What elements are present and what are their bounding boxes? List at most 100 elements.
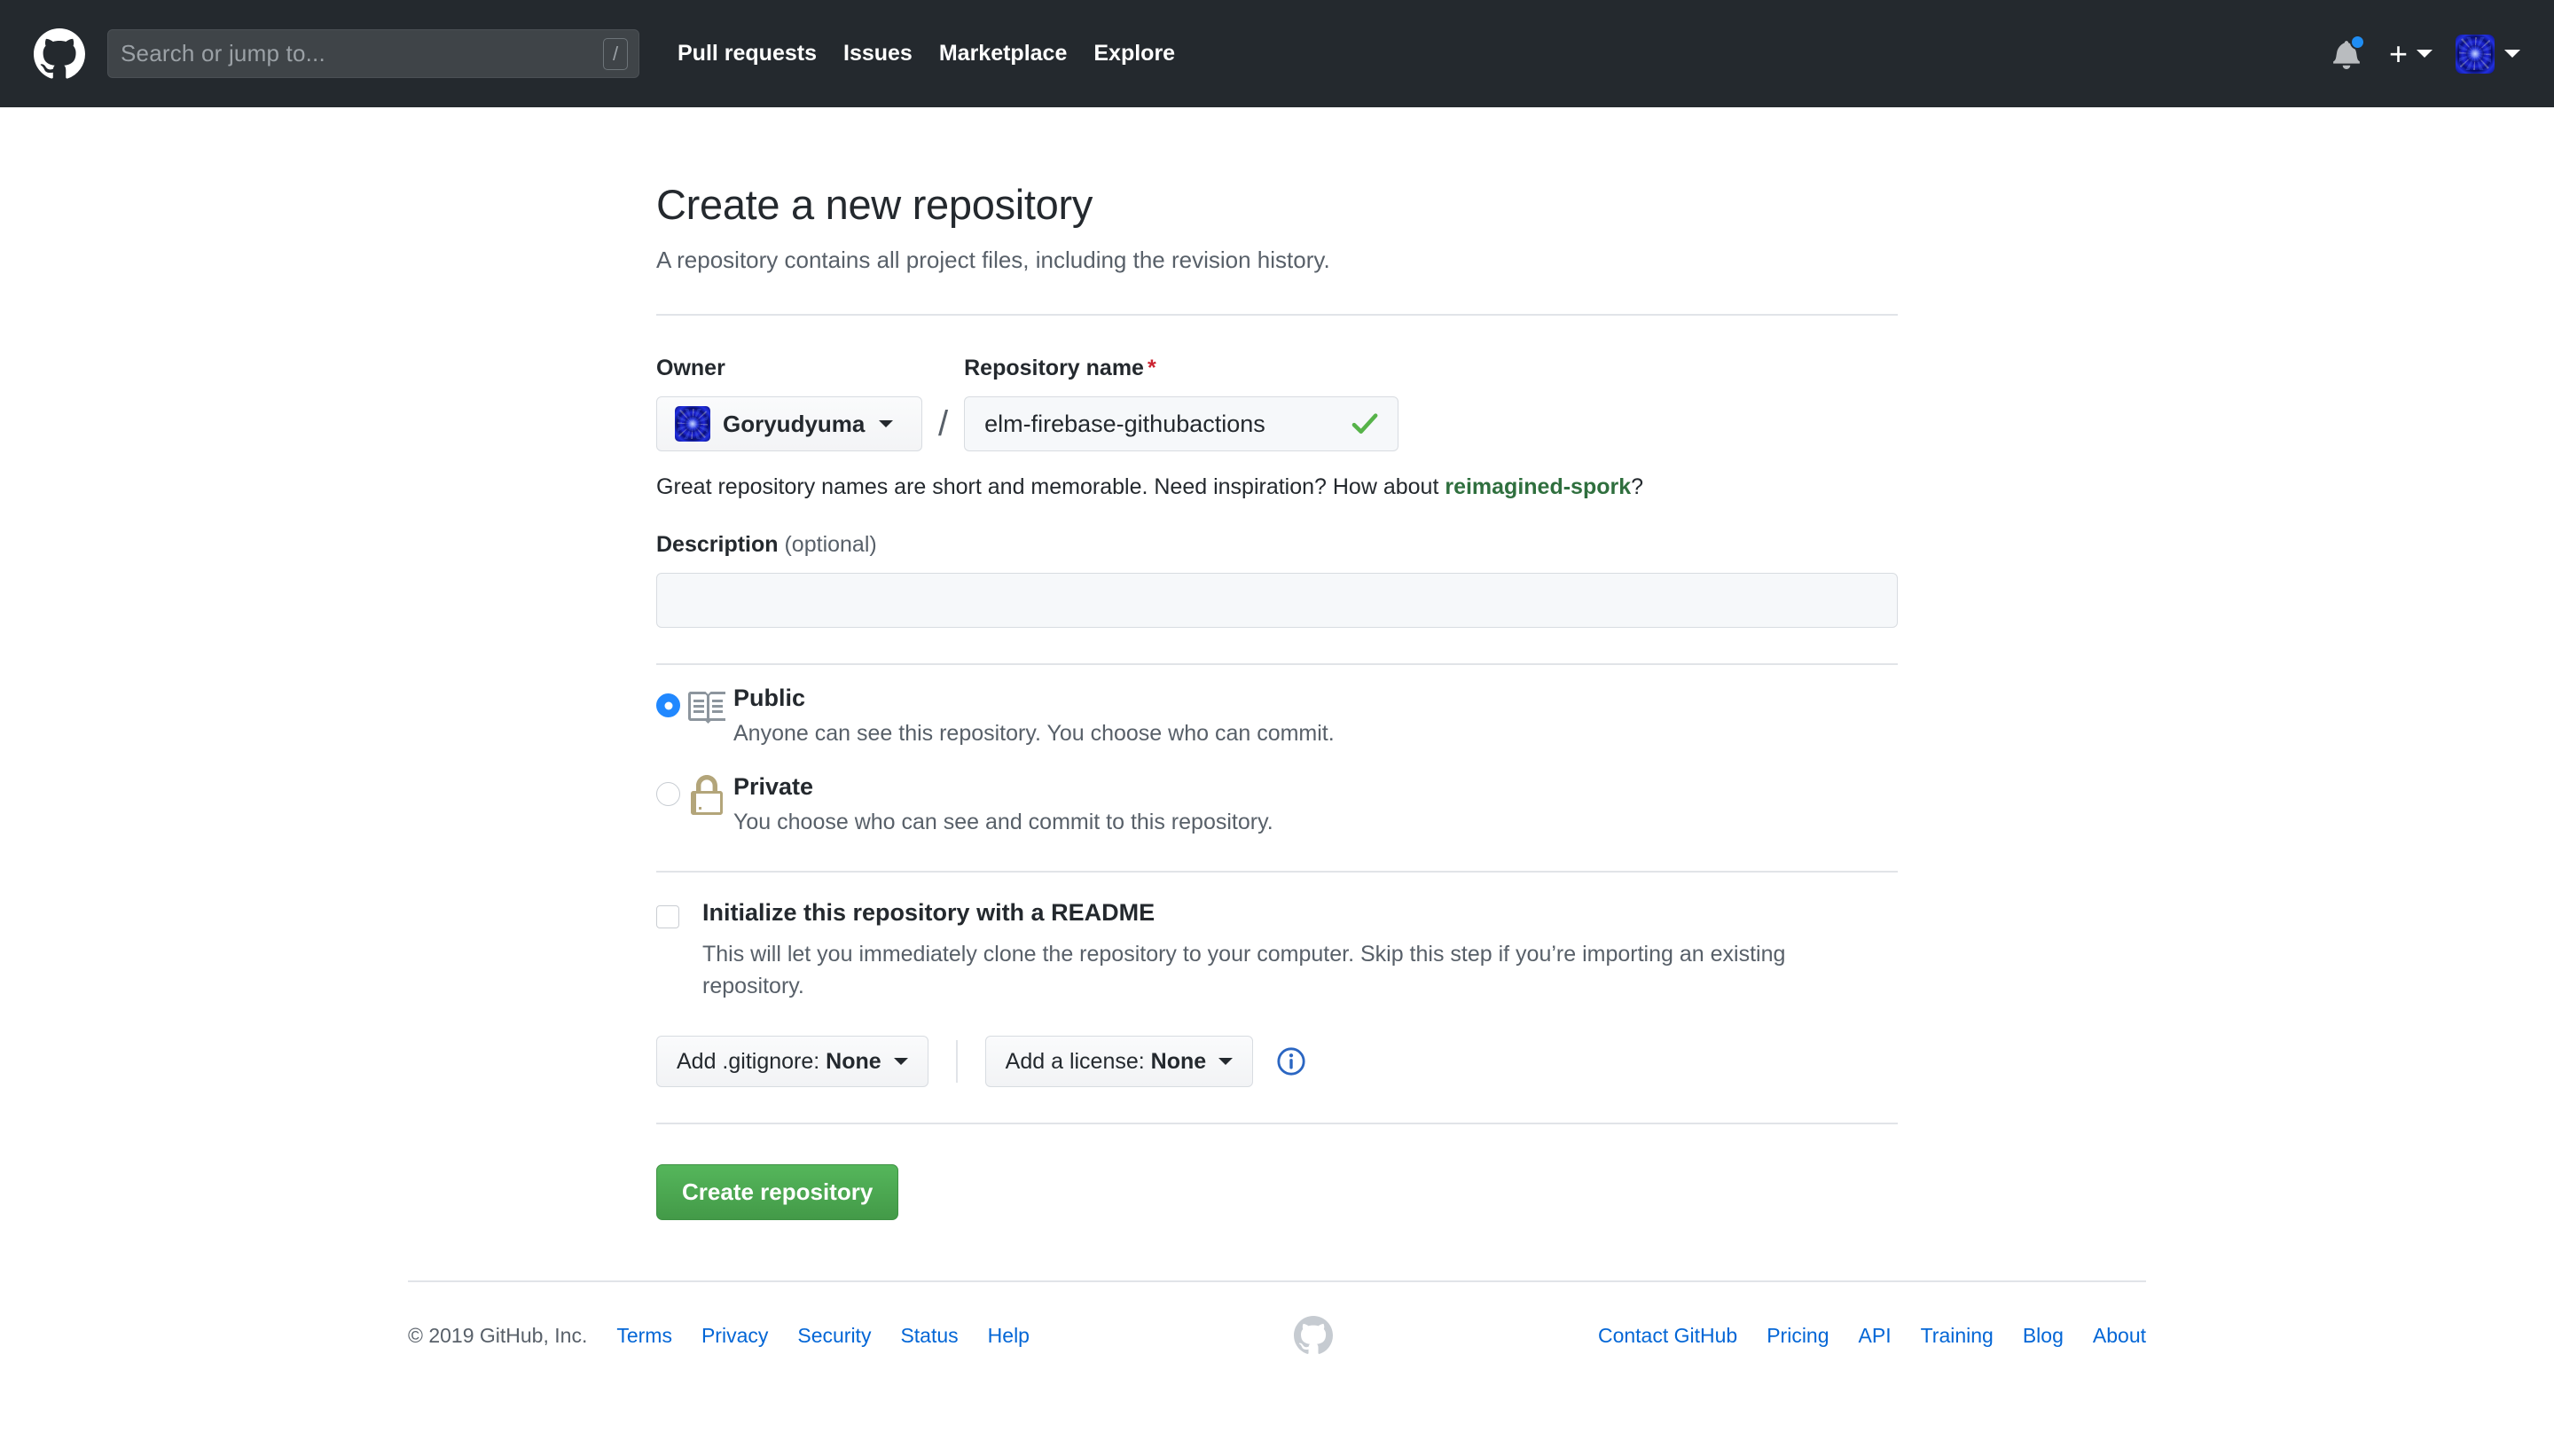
- avatar: [2456, 34, 2495, 74]
- visibility-public-text: Public Anyone can see this repository. Y…: [733, 685, 1335, 747]
- license-prefix: Add a license:: [1005, 1048, 1151, 1074]
- repository-name-hint: Great repository names are short and mem…: [656, 474, 1898, 500]
- readme-title: Initialize this repository with a README: [702, 899, 1156, 927]
- hint-prefix: Great repository names are short and mem…: [656, 474, 1445, 500]
- readme-checkbox[interactable]: [656, 905, 679, 929]
- owner-field: Owner Goryudyuma: [656, 356, 922, 452]
- divider: [656, 314, 1898, 317]
- repo-book-icon: [680, 686, 733, 729]
- license-value: None: [1150, 1048, 1207, 1074]
- chevron-down-icon: [2504, 50, 2520, 58]
- footer-link-security[interactable]: Security: [797, 1324, 871, 1348]
- description-optional-label: (optional): [784, 532, 877, 558]
- owner-avatar: [675, 406, 710, 442]
- header-right-actions: +: [2323, 31, 2520, 77]
- suggested-name-link[interactable]: reimagined-spork: [1445, 474, 1631, 499]
- description-label-text: Description: [656, 532, 779, 558]
- footer-link-contact-github[interactable]: Contact GitHub: [1598, 1324, 1737, 1348]
- visibility-option-public[interactable]: Public Anyone can see this repository. Y…: [656, 685, 1898, 747]
- visibility-options: Public Anyone can see this repository. Y…: [656, 685, 1898, 835]
- copyright: © 2019 GitHub, Inc.: [408, 1323, 588, 1347]
- search-placeholder: Search or jump to...: [121, 40, 325, 67]
- profile-menu-button[interactable]: [2456, 34, 2520, 74]
- nav-issues[interactable]: Issues: [830, 41, 926, 67]
- search-input[interactable]: Search or jump to... /: [107, 29, 639, 78]
- repository-name-input[interactable]: elm-firebase-githubactions: [964, 396, 1399, 452]
- footer-link-privacy[interactable]: Privacy: [701, 1324, 768, 1348]
- license-label: Add a license: None: [1006, 1049, 1207, 1075]
- radio-private[interactable]: [656, 782, 680, 807]
- visibility-private-title: Private: [733, 773, 814, 801]
- owner-select[interactable]: Goryudyuma: [656, 396, 922, 452]
- description-label: Description (optional): [656, 532, 1898, 558]
- info-circle-icon[interactable]: [1276, 1046, 1306, 1076]
- lock-icon: [680, 775, 733, 818]
- readme-description: This will let you immediately clone the …: [702, 942, 1786, 998]
- required-marker: *: [1147, 356, 1156, 381]
- template-options-row: Add .gitignore: None Add a license: None: [656, 1036, 1898, 1088]
- create-repository-button[interactable]: Create repository: [656, 1164, 899, 1221]
- readme-text: Initialize this repository with a README…: [702, 899, 1846, 1002]
- create-new-button[interactable]: +: [2388, 35, 2433, 72]
- footer-link-api[interactable]: API: [1859, 1324, 1892, 1348]
- description-input[interactable]: [656, 573, 1898, 629]
- chevron-down-icon: [893, 1058, 908, 1066]
- page-title: Create a new repository: [656, 181, 1093, 228]
- primary-nav: Pull requests Issues Marketplace Explore: [664, 41, 1188, 67]
- github-mark-icon[interactable]: [34, 27, 85, 80]
- radio-public[interactable]: [656, 693, 680, 718]
- gitignore-value: None: [826, 1048, 881, 1074]
- new-repository-form: Create a new repository A repository con…: [656, 181, 1898, 1221]
- license-select[interactable]: Add a license: None: [984, 1036, 1254, 1088]
- divider: [656, 663, 1898, 666]
- footer-content: © 2019 GitHub, Inc. Terms Privacy Securi…: [408, 1282, 2146, 1355]
- nav-pull-requests[interactable]: Pull requests: [664, 41, 830, 67]
- chevron-down-icon: [2417, 50, 2433, 58]
- footer-link-help[interactable]: Help: [988, 1324, 1030, 1348]
- divider: [656, 871, 1898, 873]
- repository-name-label-text: Repository name: [964, 356, 1144, 381]
- footer-link-blog[interactable]: Blog: [2023, 1324, 2064, 1348]
- nav-explore[interactable]: Explore: [1080, 41, 1188, 67]
- description-field: Description (optional): [656, 532, 1898, 629]
- readme-option: Initialize this repository with a README…: [656, 899, 1898, 1002]
- notification-unread-dot: [2349, 34, 2365, 50]
- page-footer: © 2019 GitHub, Inc. Terms Privacy Securi…: [0, 1280, 2554, 1355]
- footer-left-links: © 2019 GitHub, Inc. Terms Privacy Securi…: [408, 1324, 1059, 1348]
- visibility-option-private[interactable]: Private You choose who can see and commi…: [656, 773, 1898, 835]
- footer-link-terms[interactable]: Terms: [616, 1324, 672, 1348]
- visibility-private-description: You choose who can see and commit to thi…: [733, 810, 1273, 835]
- chevron-down-icon: [1218, 1058, 1234, 1066]
- global-header: Search or jump to... / Pull requests Iss…: [0, 0, 2554, 107]
- repository-name-value: elm-firebase-githubactions: [984, 410, 1265, 437]
- footer-link-status[interactable]: Status: [900, 1324, 958, 1348]
- visibility-public-description: Anyone can see this repository. You choo…: [733, 721, 1335, 747]
- visibility-public-title: Public: [733, 685, 806, 712]
- page-body: Create a new repository A repository con…: [0, 107, 2554, 1355]
- gitignore-prefix: Add .gitignore:: [677, 1048, 827, 1074]
- chevron-down-icon: [879, 420, 894, 428]
- footer-link-training[interactable]: Training: [1921, 1324, 1994, 1348]
- page-subtitle: A repository contains all project files,…: [656, 247, 1330, 274]
- owner-label: Owner: [656, 356, 725, 381]
- repository-name-field: Repository name * elm-firebase-githubacti…: [964, 356, 1399, 452]
- divider: [656, 1123, 1898, 1125]
- vertical-divider: [955, 1040, 958, 1084]
- gitignore-select[interactable]: Add .gitignore: None: [656, 1036, 928, 1088]
- owner-name-separator: /: [938, 404, 949, 444]
- hint-suffix: ?: [1631, 474, 1644, 500]
- repository-name-label: Repository name *: [964, 356, 1398, 381]
- gitignore-label: Add .gitignore: None: [677, 1049, 881, 1075]
- search-shortcut-key: /: [603, 37, 628, 70]
- plus-icon: +: [2388, 35, 2408, 72]
- footer-link-pricing[interactable]: Pricing: [1767, 1324, 1829, 1348]
- github-mark-icon: [1294, 1316, 1334, 1355]
- owner-and-name-row: Owner Goryudyuma / Repository name * elm-…: [656, 356, 1898, 452]
- nav-marketplace[interactable]: Marketplace: [926, 41, 1081, 67]
- submit-row: Create repository: [656, 1164, 1898, 1221]
- footer-link-about[interactable]: About: [2093, 1324, 2146, 1348]
- footer-right-links: Contact GitHub Pricing API Training Blog…: [1569, 1324, 2146, 1348]
- check-icon: [1350, 409, 1380, 439]
- visibility-private-text: Private You choose who can see and commi…: [733, 773, 1273, 835]
- notifications-button[interactable]: [2323, 31, 2370, 77]
